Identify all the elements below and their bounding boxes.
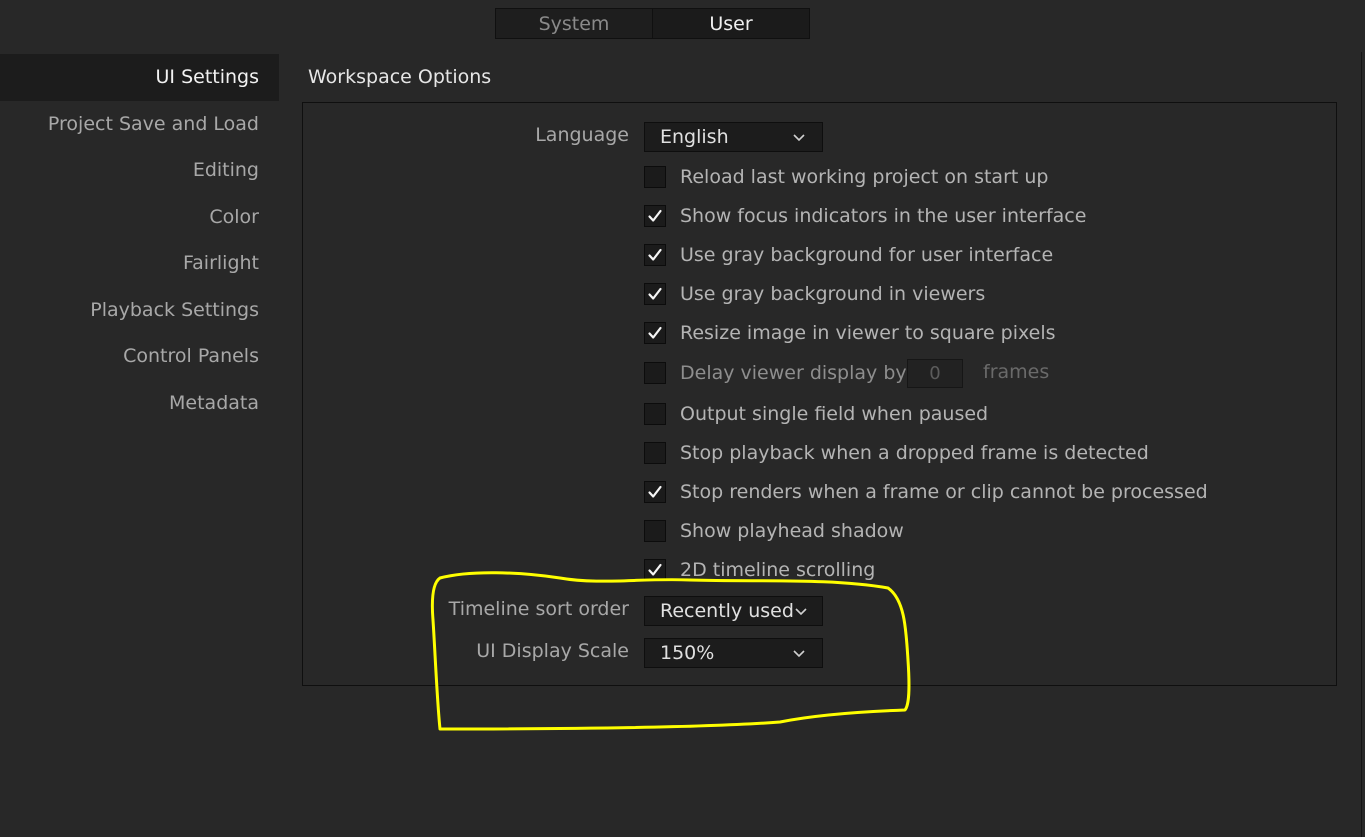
option-delay-viewer-display: Delay viewer display by (644, 361, 907, 385)
option-2d-timeline-scrolling: 2D timeline scrolling (644, 558, 875, 582)
checkmark-icon (648, 485, 662, 498)
checkbox[interactable] (644, 362, 666, 384)
sidebar-item-project-save-and-load[interactable]: Project Save and Load (0, 101, 279, 148)
option-reload-last-project: Reload last working project on start up (644, 165, 1048, 189)
checkbox[interactable] (644, 322, 666, 344)
checkbox[interactable] (644, 520, 666, 542)
checkbox[interactable] (644, 481, 666, 503)
language-label: Language (535, 124, 629, 146)
language-value: English (660, 126, 729, 148)
timeline-sort-dropdown[interactable]: Recently used (644, 596, 823, 626)
ui-display-scale-value: 150% (660, 642, 715, 664)
option-label: Use gray background for user interface (680, 244, 1054, 266)
ui-display-scale-label: UI Display Scale (476, 640, 629, 662)
language-dropdown[interactable]: English (644, 122, 823, 152)
checkmark-icon (648, 248, 662, 261)
checkbox[interactable] (644, 166, 666, 188)
sidebar-item-fairlight[interactable]: Fairlight (0, 240, 279, 287)
sidebar-item-playback-settings[interactable]: Playback Settings (0, 287, 279, 334)
sidebar-item-metadata[interactable]: Metadata (0, 380, 279, 427)
chevron-down-icon (793, 650, 805, 658)
sidebar: UI Settings Project Save and Load Editin… (0, 54, 279, 426)
option-stop-playback-dropped-frame: Stop playback when a dropped frame is de… (644, 441, 1149, 465)
checkbox[interactable] (644, 283, 666, 305)
preferences-window: System User UI Settings Project Save and… (0, 0, 1365, 837)
option-label: Show playhead shadow (680, 520, 904, 542)
timeline-sort-value: Recently used (660, 600, 794, 622)
frames-unit-label: frames (983, 361, 1050, 383)
option-gray-background-ui: Use gray background for user interface (644, 243, 1053, 267)
checkbox[interactable] (644, 442, 666, 464)
option-label: Reload last working project on start up (680, 166, 1049, 188)
option-label: 2D timeline scrolling (680, 559, 876, 581)
option-label: Stop playback when a dropped frame is de… (680, 442, 1149, 464)
chevron-down-icon (793, 134, 805, 142)
option-gray-background-viewers: Use gray background in viewers (644, 282, 985, 306)
sidebar-item-color[interactable]: Color (0, 194, 279, 241)
checkbox[interactable] (644, 403, 666, 425)
option-label: Delay viewer display by (680, 362, 907, 384)
option-label: Stop renders when a frame or clip cannot… (680, 481, 1208, 503)
sidebar-item-editing[interactable]: Editing (0, 147, 279, 194)
sidebar-item-control-panels[interactable]: Control Panels (0, 333, 279, 380)
checkmark-icon (648, 209, 662, 222)
checkbox[interactable] (644, 205, 666, 227)
option-show-focus-indicators: Show focus indicators in the user interf… (644, 204, 1086, 228)
option-label: Use gray background in viewers (680, 283, 986, 305)
option-label: Resize image in viewer to square pixels (680, 322, 1056, 344)
ui-display-scale-dropdown[interactable]: 150% (644, 638, 823, 668)
timeline-sort-label: Timeline sort order (448, 598, 629, 620)
checkmark-icon (648, 563, 662, 576)
checkbox[interactable] (644, 244, 666, 266)
section-title: Workspace Options (308, 66, 492, 88)
sidebar-item-ui-settings[interactable]: UI Settings (0, 54, 279, 101)
checkmark-icon (648, 287, 662, 300)
option-output-single-field: Output single field when paused (644, 402, 988, 426)
chevron-down-icon (795, 608, 807, 616)
option-show-playhead-shadow: Show playhead shadow (644, 519, 904, 543)
checkmark-icon (648, 326, 662, 339)
checkbox[interactable] (644, 559, 666, 581)
tab-user[interactable]: User (652, 9, 809, 38)
option-resize-square-pixels: Resize image in viewer to square pixels (644, 321, 1056, 345)
option-label: Show focus indicators in the user interf… (680, 205, 1087, 227)
tab-system[interactable]: System (496, 9, 652, 38)
preferences-tab-switch: System User (495, 8, 810, 39)
option-label: Output single field when paused (680, 403, 989, 425)
window-edge (1361, 52, 1362, 837)
delay-frames-input[interactable]: 0 (907, 359, 963, 388)
option-stop-renders: Stop renders when a frame or clip cannot… (644, 480, 1208, 504)
